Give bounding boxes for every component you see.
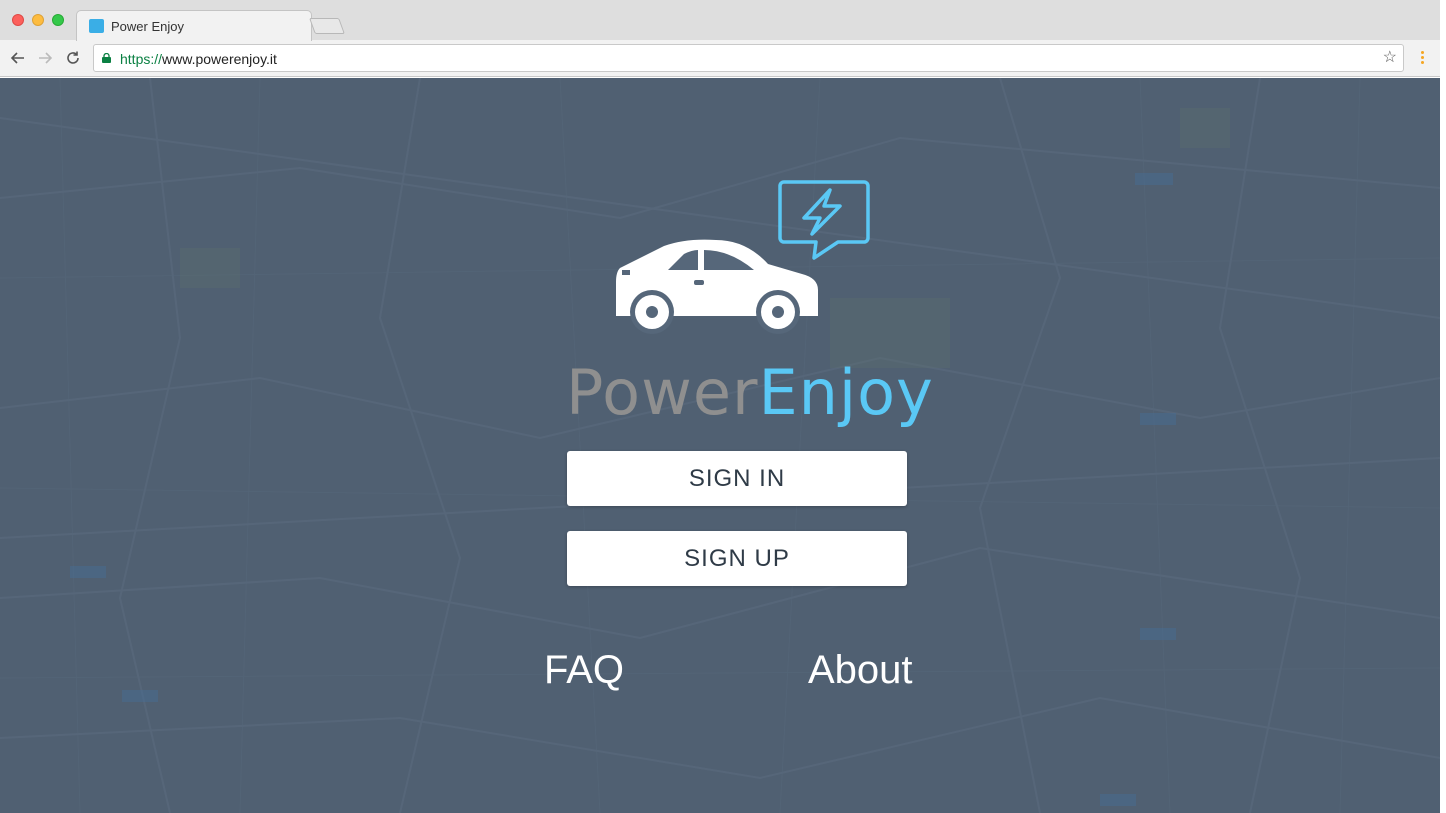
browser-menu-icon[interactable] <box>1414 49 1430 67</box>
lock-icon <box>102 53 111 63</box>
brand-name-enjoy: Enjoy <box>758 356 934 429</box>
sign-up-button[interactable]: SIGN UP <box>567 531 907 586</box>
browser-chrome: Power Enjoy https://www.powerenjoy.it ☆ <box>0 0 1440 77</box>
reload-icon <box>67 51 79 64</box>
page-viewport: PowerEnjoy SIGN IN SIGN UP FAQ About <box>0 78 1440 813</box>
sign-in-button[interactable]: SIGN IN <box>567 451 907 506</box>
url-host: www.powerenjoy.it <box>162 51 277 67</box>
reload-button[interactable] <box>63 48 83 68</box>
minimize-window-button[interactable] <box>32 14 44 26</box>
url-text: https://www.powerenjoy.it <box>120 51 277 67</box>
url-scheme: https:// <box>120 51 163 67</box>
window-edge <box>1440 0 1446 813</box>
tab-strip: Power Enjoy <box>0 0 1440 41</box>
bookmark-star-icon[interactable]: ☆ <box>1383 49 1397 67</box>
brand-wordmark: PowerEnjoy <box>566 356 934 430</box>
lightning-bolt-icon <box>802 188 842 236</box>
tab-power-enjoy[interactable]: Power Enjoy <box>76 10 312 41</box>
arrow-left-icon <box>10 52 24 64</box>
car-icon <box>616 239 818 334</box>
close-window-button[interactable] <box>12 14 24 26</box>
arrow-right-icon <box>39 52 53 64</box>
about-link[interactable]: About <box>808 648 913 693</box>
forward-button[interactable] <box>35 48 55 68</box>
maximize-window-button[interactable] <box>52 14 64 26</box>
power-enjoy-logo <box>616 180 870 334</box>
address-bar[interactable]: https://www.powerenjoy.it ☆ <box>93 44 1404 72</box>
browser-toolbar: https://www.powerenjoy.it ☆ <box>0 40 1440 77</box>
faq-link[interactable]: FAQ <box>544 648 624 693</box>
brand-name-power: Power <box>566 356 759 429</box>
back-button[interactable] <box>8 48 28 68</box>
tab-title: Power Enjoy <box>111 19 184 34</box>
new-tab-button[interactable] <box>309 18 345 34</box>
favicon-icon <box>89 19 104 33</box>
